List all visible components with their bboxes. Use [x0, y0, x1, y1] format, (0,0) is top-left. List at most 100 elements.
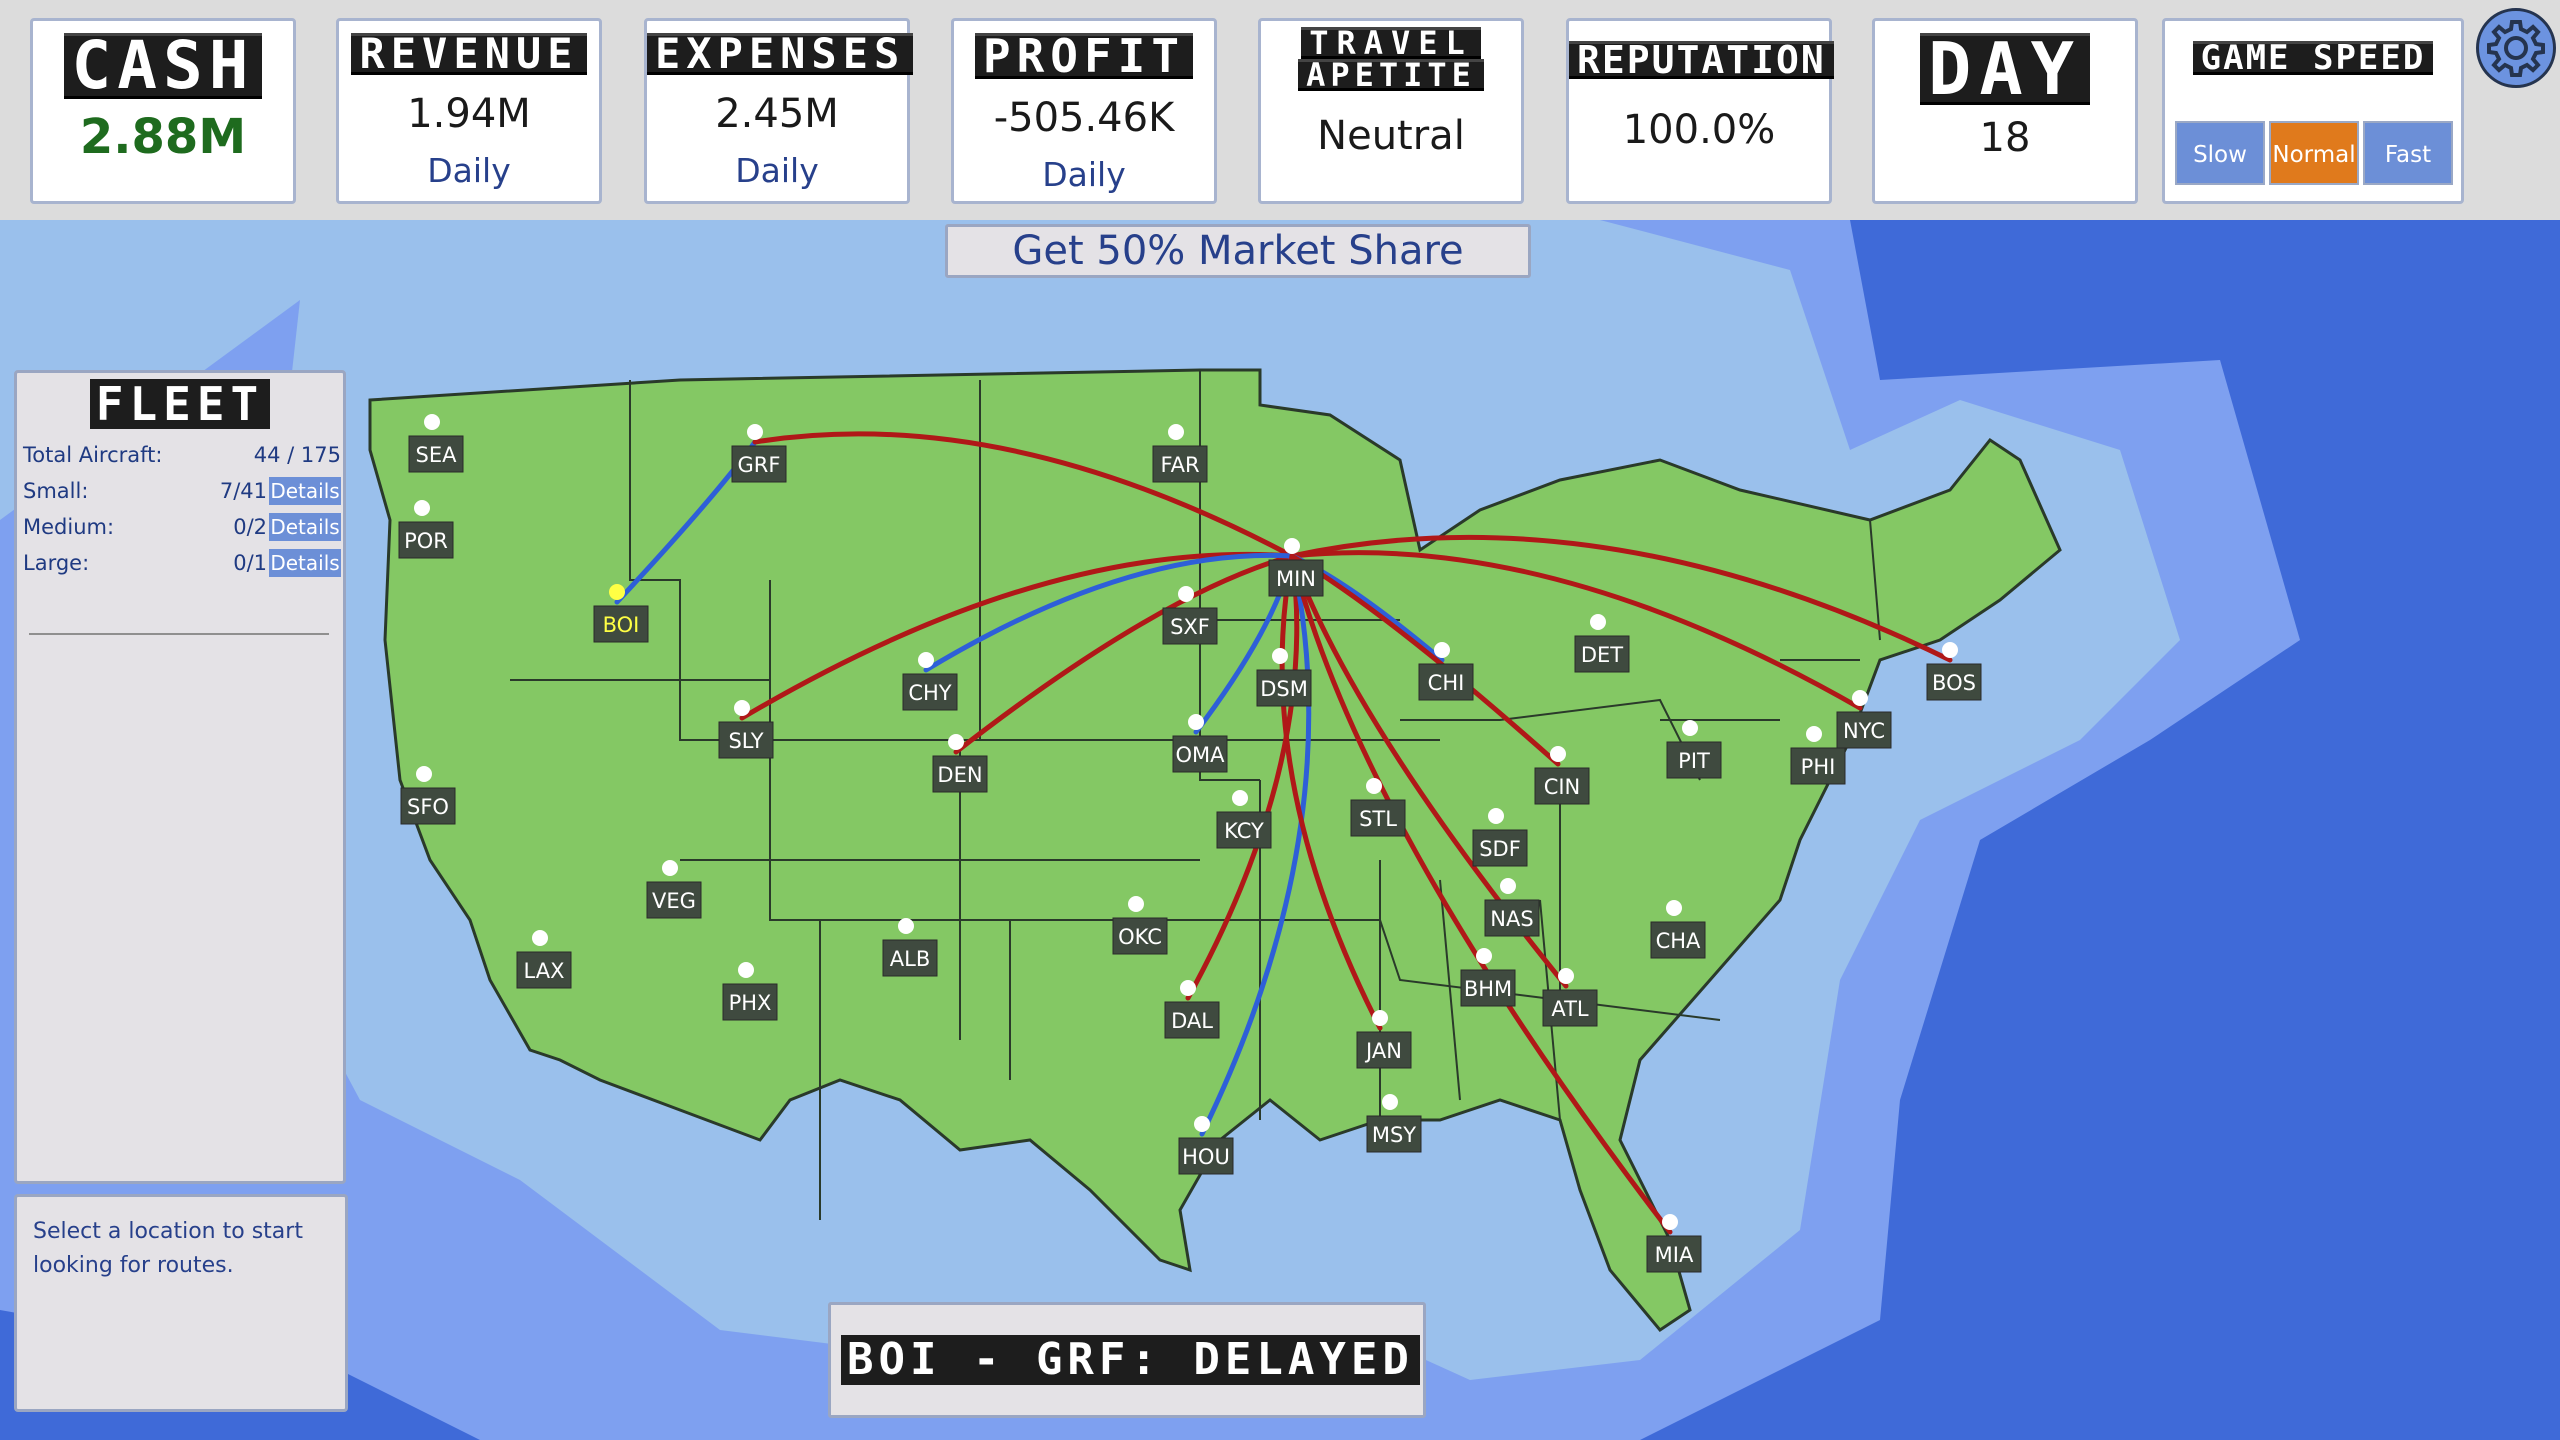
city-label: CHI [1428, 671, 1465, 695]
game-speed-title: GAME SPEED [2192, 41, 2434, 75]
city-marker[interactable] [738, 962, 754, 978]
city-marker[interactable] [1662, 1214, 1678, 1230]
city-label: HOU [1182, 1145, 1230, 1169]
city-label: SLY [728, 729, 763, 753]
city-label: NYC [1843, 719, 1885, 743]
city-label: CIN [1544, 775, 1581, 799]
info-panel: Select a location to start looking for r… [14, 1194, 348, 1412]
city-marker[interactable] [1558, 968, 1574, 984]
city-marker[interactable] [1272, 648, 1288, 664]
city-marker[interactable] [1194, 1116, 1210, 1132]
city-marker[interactable] [1382, 1094, 1398, 1110]
city-marker[interactable] [1590, 614, 1606, 630]
city-marker[interactable] [1178, 586, 1194, 602]
revenue-period: Daily [427, 151, 511, 190]
city-label: MIN [1276, 567, 1316, 591]
profit-card: PROFIT -505.46K Daily [951, 18, 1217, 204]
city-marker[interactable] [1284, 538, 1300, 554]
city-marker[interactable] [1476, 948, 1492, 964]
city-label: MSY [1372, 1123, 1416, 1147]
fleet-row-large: Large: 0/1 Details [23, 549, 341, 581]
revenue-card: REVENUE 1.94M Daily [336, 18, 602, 204]
city-label: DEN [937, 763, 982, 787]
fleet-small-value: 7/41 [219, 479, 267, 503]
profit-period: Daily [1042, 155, 1126, 194]
city-label: DSM [1260, 677, 1308, 701]
speed-fast-button[interactable]: Fast [2363, 121, 2453, 185]
city-marker[interactable] [609, 584, 625, 600]
revenue-title: REVENUE [351, 33, 587, 75]
fleet-large-value: 0/1 [233, 551, 267, 575]
city-marker[interactable] [1372, 1010, 1388, 1026]
city-label: ATL [1551, 997, 1589, 1021]
info-line-1: Select a location to start [33, 1219, 303, 1244]
cash-value: 2.88M [79, 109, 247, 165]
city-marker[interactable] [1942, 642, 1958, 658]
city-marker[interactable] [1168, 424, 1184, 440]
city-marker[interactable] [1188, 714, 1204, 730]
city-marker[interactable] [1550, 746, 1566, 762]
travel-appetite-value: Neutral [1317, 113, 1465, 159]
city-marker[interactable] [1852, 690, 1868, 706]
city-marker[interactable] [747, 424, 763, 440]
fleet-title: FLEET [89, 379, 271, 429]
expenses-period: Daily [735, 151, 819, 190]
city-label: SXF [1170, 615, 1210, 639]
large-details-button[interactable]: Details [269, 549, 341, 577]
fleet-small-label: Small: [23, 479, 89, 503]
city-label: DAL [1171, 1009, 1213, 1033]
city-marker[interactable] [1488, 808, 1504, 824]
city-label: VEG [652, 889, 696, 913]
city-marker[interactable] [416, 766, 432, 782]
city-marker[interactable] [1682, 720, 1698, 736]
city-marker[interactable] [918, 652, 934, 668]
city-marker[interactable] [1434, 642, 1450, 658]
city-marker[interactable] [1180, 980, 1196, 996]
city-marker[interactable] [1666, 900, 1682, 916]
city-label: JAN [1364, 1039, 1402, 1063]
city-marker[interactable] [1232, 790, 1248, 806]
city-marker[interactable] [414, 500, 430, 516]
city-label: BOS [1932, 671, 1976, 695]
gear-icon [2487, 20, 2545, 77]
city-label: PIT [1678, 749, 1710, 773]
city-label: NAS [1490, 907, 1533, 931]
revenue-value: 1.94M [407, 91, 531, 137]
city-marker[interactable] [1500, 878, 1516, 894]
route-map[interactable]: SEA POR BOI GRF FAR MIN SXF DSM CHI DET BOS NYC PHI P… [0, 220, 2560, 1440]
city-marker[interactable] [948, 734, 964, 750]
fleet-panel: FLEET Total Aircraft: 44 / 175 Small: 7/… [14, 370, 346, 1184]
day-title: DAY [1919, 33, 2091, 105]
fleet-medium-value: 0/2 [233, 515, 267, 539]
city-marker[interactable] [424, 414, 440, 430]
city-label: ALB [890, 947, 930, 971]
medium-details-button[interactable]: Details [269, 513, 341, 541]
fleet-row-small: Small: 7/41 Details [23, 477, 341, 509]
city-label: BHM [1464, 977, 1512, 1001]
city-marker[interactable] [532, 930, 548, 946]
cash-title: CASH [63, 33, 263, 99]
city-marker[interactable] [1806, 726, 1822, 742]
city-label: POR [404, 529, 448, 553]
expenses-title: EXPENSES [647, 33, 914, 75]
fleet-divider [29, 633, 329, 635]
city-label: OKC [1118, 925, 1162, 949]
city-label: PHI [1801, 755, 1836, 779]
speed-slow-button[interactable]: Slow [2175, 121, 2265, 185]
city-label: FAR [1160, 453, 1199, 477]
day-card: DAY 18 [1872, 18, 2138, 204]
city-marker[interactable] [1128, 896, 1144, 912]
city-marker[interactable] [662, 860, 678, 876]
city-label: SFO [407, 795, 449, 819]
day-value: 18 [1979, 115, 2031, 161]
city-marker[interactable] [734, 700, 750, 716]
info-text: Select a location to start looking for r… [33, 1215, 303, 1283]
expenses-card: EXPENSES 2.45M Daily [644, 18, 914, 204]
city-label: CHA [1656, 929, 1701, 953]
speed-normal-button[interactable]: Normal [2269, 121, 2359, 185]
small-details-button[interactable]: Details [269, 477, 341, 505]
settings-button[interactable] [2476, 8, 2556, 88]
status-message: BOI - GRF: DELAYED [841, 1335, 1420, 1385]
city-marker[interactable] [1366, 778, 1382, 794]
city-marker[interactable] [898, 918, 914, 934]
